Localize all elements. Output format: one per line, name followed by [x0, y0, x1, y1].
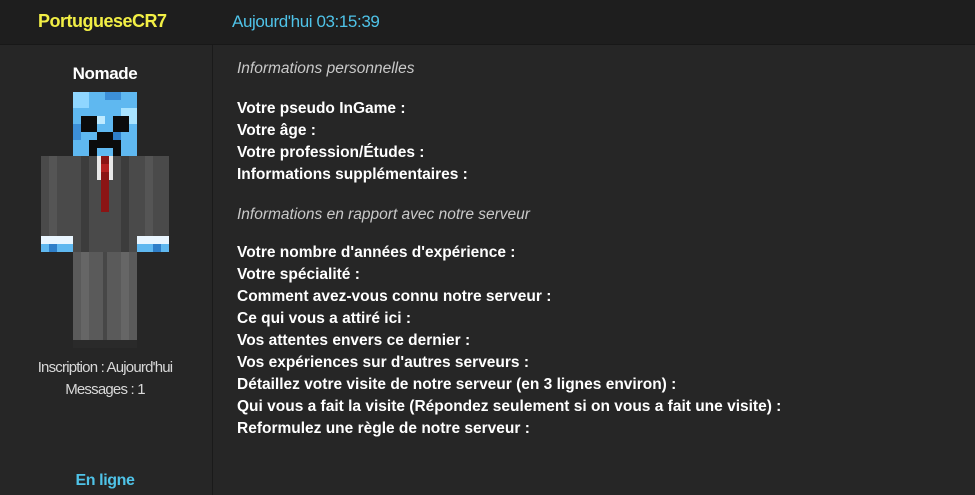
form-line: Vos attentes envers ce dernier : [237, 332, 471, 349]
form-line: Votre profession/Études : [237, 144, 425, 161]
form-line: Votre nombre d'années d'expérience : [237, 244, 516, 261]
post-header: PortugueseCR7 Aujourd'hui 03:15:39 [0, 0, 975, 45]
message-count: Messages : 1 [65, 381, 145, 398]
form-line: Votre spécialité : [237, 266, 360, 283]
section-title-personal: Informations personnelles [237, 60, 415, 77]
form-line: Qui vous a fait la visite (Répondez seul… [237, 398, 782, 415]
form-line: Ce qui vous a attiré ici : [237, 310, 411, 327]
form-line: Informations supplémentaires : [237, 166, 468, 183]
section-title-server: Informations en rapport avec notre serve… [237, 206, 530, 223]
author-profile-panel: Nomade Inscription: Aujourd'hui Message… [0, 45, 213, 495]
minecraft-skin-avatar-icon[interactable] [40, 90, 170, 350]
author-username-link[interactable]: PortugueseCR7 [38, 11, 167, 32]
post-date: Aujourd'hui 03:15:39 [232, 12, 380, 31]
form-line: Détaillez votre visite de notre serveur … [237, 376, 677, 393]
form-line: Reformulez une règle de notre serveur : [237, 420, 530, 437]
form-line: Votre pseudo InGame : [237, 100, 406, 117]
author-rank: Nomade [72, 64, 138, 83]
form-line: Votre âge : [237, 122, 316, 139]
form-line: Comment avez-vous connu notre serveur : [237, 288, 552, 305]
form-line: Vos expériences sur d'autres serveurs : [237, 354, 530, 371]
post-body: Informations personnelles Votre pseudo I… [237, 58, 957, 440]
online-status: En ligne [75, 472, 135, 489]
inscription-date: Inscription : Aujourd'hui [37, 359, 173, 376]
